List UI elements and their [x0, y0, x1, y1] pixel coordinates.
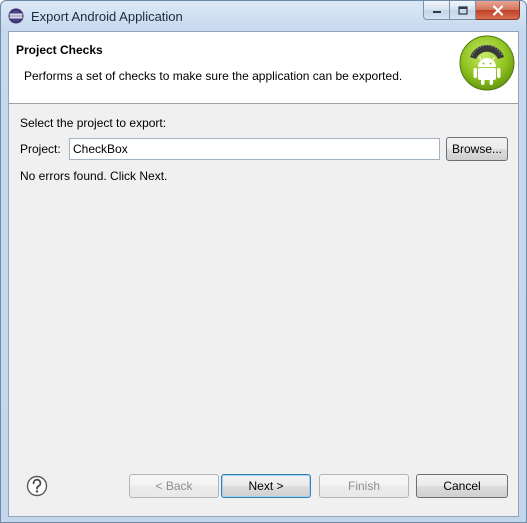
close-icon — [492, 4, 503, 16]
dialog-client-area: Project Checks Performs a set of checks … — [8, 31, 519, 517]
project-input[interactable] — [69, 138, 440, 160]
window-title: Export Android Application — [31, 9, 183, 24]
window-controls — [423, 1, 520, 21]
maximize-button[interactable] — [450, 1, 476, 20]
minimize-icon — [432, 11, 441, 13]
eclipse-icon — [8, 8, 24, 24]
maximize-icon — [457, 5, 468, 15]
close-button[interactable] — [476, 1, 520, 20]
finish-button[interactable]: Finish — [319, 474, 409, 498]
select-project-label: Select the project to export: — [20, 116, 167, 130]
browse-button[interactable]: Browse... — [446, 137, 508, 161]
help-icon[interactable] — [26, 475, 48, 497]
android-logo — [459, 35, 515, 91]
title-bar[interactable]: Export Android Application — [1, 1, 526, 31]
page-description: Performs a set of checks to make sure th… — [24, 69, 403, 83]
project-label: Project: — [20, 142, 61, 156]
page-title: Project Checks — [16, 43, 103, 57]
minimize-button[interactable] — [423, 1, 450, 20]
wizard-header: Project Checks Performs a set of checks … — [9, 32, 518, 104]
export-dialog-window: Export Android Application Project Check… — [0, 0, 527, 523]
cancel-button[interactable]: Cancel — [416, 474, 508, 498]
next-button[interactable]: Next > — [221, 474, 311, 498]
status-message: No errors found. Click Next. — [20, 169, 168, 183]
back-button[interactable]: < Back — [129, 474, 219, 498]
